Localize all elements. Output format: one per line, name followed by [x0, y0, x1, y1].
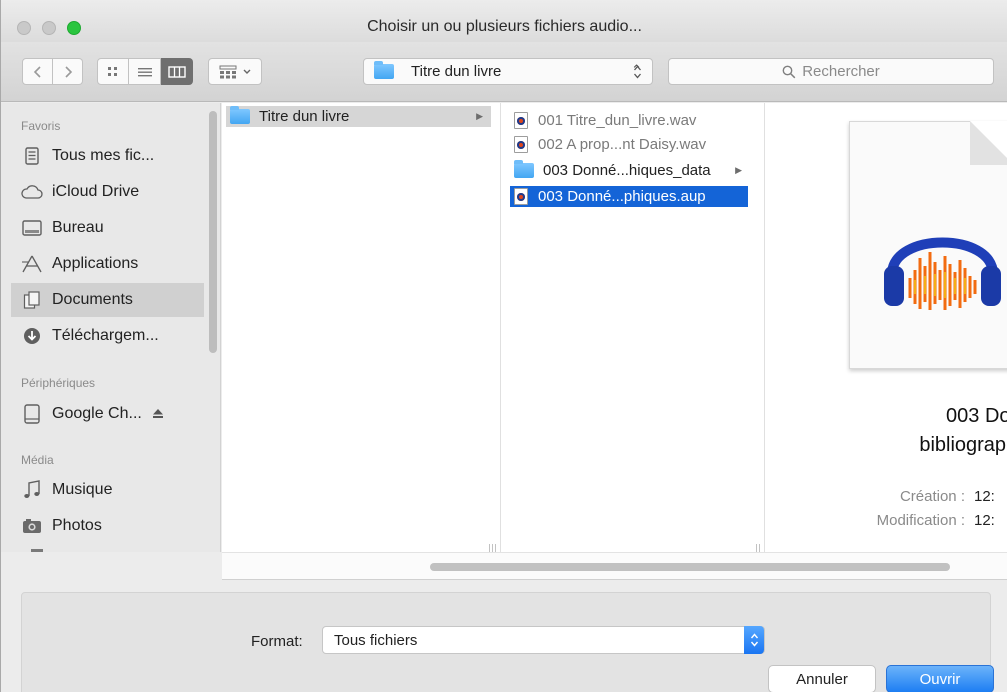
- column-browser: Titre dun livre ▶ 001 Titre_dun_livre.wa…: [222, 103, 1007, 552]
- sidebar-item-documents[interactable]: Documents: [11, 283, 204, 317]
- section-header-peripheriques: Périphériques: [21, 376, 96, 390]
- sidebar-item-label: Bureau: [52, 219, 104, 236]
- eject-icon[interactable]: [152, 407, 164, 422]
- sidebar-item-label: Applications: [52, 255, 139, 272]
- list-item[interactable]: 003 Donné...hiques_data ▶: [510, 160, 754, 181]
- downloads-icon: [21, 326, 43, 346]
- preview-column: 003 Données bibliographiques 1 K Créatio…: [765, 103, 1007, 552]
- sidebar-item-label: Tous mes fic...: [52, 147, 155, 164]
- folder-icon: [514, 160, 534, 178]
- chevron-down-icon: [243, 69, 250, 74]
- open-file-dialog: Choisir un ou plusieurs fichiers audio..…: [0, 0, 1007, 692]
- group-view-button[interactable]: [208, 58, 262, 85]
- sidebar: Favoris Tous mes fic... iCloud Drive Bur…: [1, 103, 221, 552]
- audio-file-icon: [514, 136, 528, 153]
- group-grid-icon: [219, 65, 236, 78]
- horizontal-scrollbar[interactable]: [222, 552, 1007, 580]
- column-resize-handle[interactable]: [756, 544, 760, 552]
- list-item-selected[interactable]: 003 Donné...phiques.aup: [510, 186, 748, 207]
- list-view-button[interactable]: [129, 58, 161, 85]
- folder-icon: [230, 106, 250, 124]
- sidebar-item-photos[interactable]: Photos: [11, 509, 204, 543]
- chevron-left-icon: [33, 65, 41, 78]
- audacity-file-icon: [514, 188, 528, 205]
- sidebar-item-all-files[interactable]: Tous mes fic...: [11, 139, 204, 173]
- disclosure-arrow-icon: ▶: [476, 111, 483, 121]
- sidebar-item-label: Téléchargem...: [52, 327, 159, 344]
- drive-icon: [21, 404, 43, 424]
- folder-icon: [374, 61, 394, 79]
- sidebar-item-icloud-drive[interactable]: iCloud Drive: [11, 175, 204, 209]
- modified-value: 12:: [974, 512, 995, 529]
- format-select-value: Tous fichiers: [334, 631, 418, 649]
- list-icon: [137, 67, 152, 76]
- disclosure-arrow-icon: ▶: [735, 165, 742, 175]
- column-view-button[interactable]: [161, 58, 193, 85]
- chevron-right-icon: [64, 65, 72, 78]
- list-item[interactable]: Titre dun livre ▶: [226, 106, 491, 127]
- music-icon: [21, 480, 43, 500]
- sidebar-item-label: iCloud Drive: [52, 183, 140, 200]
- back-button[interactable]: [22, 58, 53, 85]
- sidebar-item-label: Musique: [52, 481, 113, 498]
- toolbar: Titre dun livre ⌃ Rechercher: [1, 42, 1007, 102]
- list-item[interactable]: 001 Titre_dun_livre.wav: [510, 110, 754, 131]
- path-popup[interactable]: Titre dun livre ⌃: [363, 58, 653, 85]
- audacity-headphones-icon: [884, 237, 1001, 310]
- preview-document: [849, 121, 1007, 369]
- created-label: Création :: [899, 488, 965, 505]
- section-header-favoris: Favoris: [21, 119, 61, 133]
- documents-icon: [21, 290, 43, 310]
- sidebar-item-google-chrome[interactable]: Google Ch...: [11, 397, 204, 431]
- sidebar-item-label: Photos: [52, 517, 102, 534]
- sidebar-item-label: Google Ch...: [52, 405, 142, 422]
- applications-icon: [21, 254, 43, 274]
- column-resize-handle[interactable]: [489, 544, 493, 552]
- columns-icon: [167, 65, 186, 78]
- title-bar: Choisir un ou plusieurs fichiers audio..…: [1, 0, 1007, 42]
- all-files-icon: [21, 146, 43, 166]
- sidebar-item-label: Documents: [52, 291, 133, 308]
- list-item-label: 003 Donné...phiques.aup: [538, 188, 706, 205]
- preview-file-name-line2: bibliographiques: [919, 434, 1007, 456]
- cloud-icon: [21, 182, 43, 202]
- list-item-label: 002 A prop...nt Daisy.wav: [538, 136, 707, 153]
- path-popup-label: Titre dun livre: [411, 63, 502, 80]
- format-label: Format:: [251, 633, 303, 650]
- search-field[interactable]: Rechercher: [668, 58, 994, 85]
- cancel-button[interactable]: Annuler: [768, 665, 876, 692]
- open-button[interactable]: Ouvrir: [886, 665, 994, 692]
- created-value: 12:: [974, 488, 995, 505]
- search-placeholder: Rechercher: [802, 63, 880, 80]
- grid-icon: [108, 66, 117, 76]
- window-title: Choisir un ou plusieurs fichiers audio..…: [367, 18, 642, 35]
- list-item[interactable]: 002 A prop...nt Daisy.wav: [510, 134, 754, 155]
- camera-icon: [21, 516, 43, 536]
- modified-label: Modification :: [876, 512, 965, 529]
- format-select[interactable]: Tous fichiers: [322, 626, 765, 654]
- search-icon: [782, 65, 796, 78]
- audio-file-icon: [514, 112, 528, 129]
- desktop-icon: [21, 218, 43, 238]
- sidebar-scrollbar[interactable]: [209, 111, 217, 353]
- icon-view-button[interactable]: [97, 58, 129, 85]
- list-item-label: 003 Donné...hiques_data: [543, 162, 711, 179]
- preview-file-name-line1: 003 Données: [946, 405, 1007, 427]
- sidebar-item-applications[interactable]: Applications: [11, 247, 204, 281]
- list-item-label: Titre dun livre: [259, 108, 350, 125]
- sidebar-item-musique[interactable]: Musique: [11, 473, 204, 507]
- preview-file-size: 1 K: [965, 464, 1007, 479]
- browser-column-1: Titre dun livre ▶: [222, 103, 501, 552]
- select-stepper-icon: [744, 626, 764, 654]
- forward-button[interactable]: [53, 58, 83, 85]
- sidebar-item-downloads[interactable]: Téléchargem...: [11, 319, 204, 353]
- horizontal-scrollbar-thumb[interactable]: [430, 563, 950, 571]
- updown-chevron-icon: [634, 65, 641, 79]
- list-item-label: 001 Titre_dun_livre.wav: [538, 112, 697, 129]
- partial-sidebar-icon: [31, 549, 43, 552]
- section-header-media: Média: [21, 453, 54, 467]
- sidebar-item-bureau[interactable]: Bureau: [11, 211, 204, 245]
- browser-column-2: 001 Titre_dun_livre.wav 002 A prop...nt …: [489, 103, 765, 552]
